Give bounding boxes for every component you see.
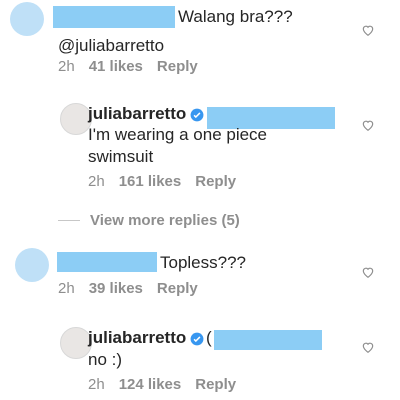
reply-username[interactable]: juliabarretto (88, 104, 186, 123)
reply-button[interactable]: Reply (195, 173, 236, 190)
reply-time: 2h (88, 376, 105, 393)
reply-meta: 2h 124 likes Reply (88, 376, 236, 394)
heart-outline-icon[interactable] (361, 118, 375, 132)
redacted-mention (214, 330, 322, 350)
commenter-avatar[interactable] (10, 2, 44, 36)
reply-button[interactable]: Reply (195, 376, 236, 393)
heart-outline-icon[interactable] (361, 265, 375, 279)
comment-text: Topless??? (160, 253, 247, 272)
comment-time: 2h (58, 280, 75, 297)
comment-likes[interactable]: 41 likes (89, 58, 143, 75)
reply-text: no :) (88, 350, 123, 369)
view-more-divider (58, 220, 80, 221)
comment-time: 2h (58, 58, 75, 75)
commenter-avatar[interactable] (15, 248, 49, 282)
reply-username[interactable]: juliabarretto (88, 328, 186, 347)
redacted-username (57, 252, 157, 272)
reply-button[interactable]: Reply (157, 58, 198, 75)
comment-meta: 2h 39 likes Reply (58, 280, 198, 298)
reply-open-paren: ( (206, 328, 212, 347)
reply-button[interactable]: Reply (157, 280, 198, 297)
comment-likes[interactable]: 39 likes (89, 280, 143, 297)
verified-badge-icon (190, 108, 204, 121)
heart-outline-icon[interactable] (361, 23, 375, 37)
comment-meta: 2h 41 likes Reply (58, 58, 198, 76)
redacted-username (53, 6, 175, 28)
comment-text: Walang bra??? (178, 7, 293, 26)
verified-badge-icon (190, 332, 204, 345)
mention-link[interactable]: @juliabarretto (58, 36, 164, 56)
reply-author-line: juliabarretto (88, 104, 204, 124)
view-more-replies[interactable]: View more replies (5) (90, 212, 240, 230)
reply-text-line1: I'm wearing a one piece (88, 125, 268, 144)
reply-text-line2: swimsuit (88, 147, 154, 166)
reply-likes[interactable]: 161 likes (119, 173, 182, 190)
heart-outline-icon[interactable] (361, 340, 375, 354)
reply-author-line: juliabarretto (88, 328, 204, 348)
reply-meta: 2h 161 likes Reply (88, 173, 236, 191)
reply-time: 2h (88, 173, 105, 190)
reply-likes[interactable]: 124 likes (119, 376, 182, 393)
